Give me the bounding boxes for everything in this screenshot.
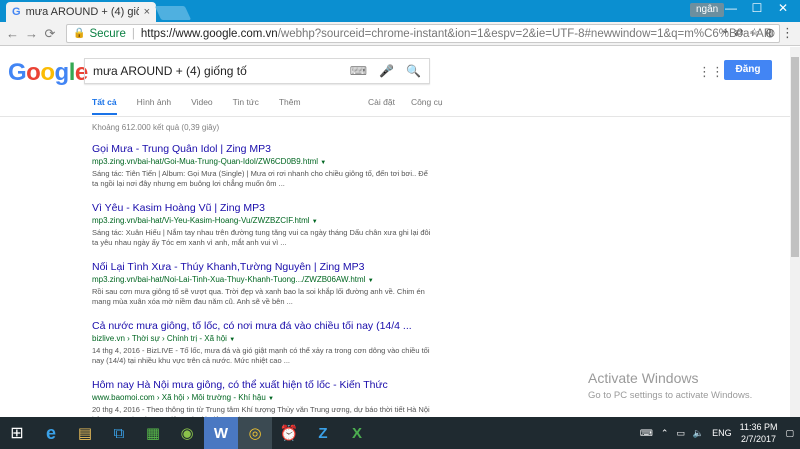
keyboard-icon[interactable]: ⌨ — [350, 64, 367, 78]
scroll-thumb[interactable] — [791, 57, 799, 257]
browser-tab[interactable]: G mưa AROUND + (4) giống tố × — [6, 2, 156, 22]
search-query: mưa AROUND + (4) giống tố — [93, 64, 247, 78]
browser-toolbar: ← → ⟳ 🔒 Secure | https://www.google.com.… — [0, 22, 800, 46]
settings-link[interactable]: Cài đặt — [368, 97, 395, 107]
url-path: /webhp?sourceid=chrome-instant&ion=1&esp… — [277, 27, 773, 40]
browser-title-bar: G mưa AROUND + (4) giống tố × ngân — ☐ ✕ — [0, 0, 800, 22]
tab-more[interactable]: Thêm — [279, 97, 301, 115]
excel-icon[interactable]: X — [340, 417, 374, 449]
forward-arrow-icon[interactable]: → — [25, 26, 38, 41]
maximize-button[interactable]: ☐ — [744, 0, 770, 18]
search-icon[interactable]: 🔍 — [406, 64, 421, 78]
results-list: Gọi Mưa - Trung Quân Idol | Zing MP3 mp3… — [92, 142, 432, 437]
result-snippet: 14 thg 4, 2016 - BizLIVE - Tố lốc, mưa đ… — [92, 346, 430, 365]
coccoc-icon[interactable]: ◉ — [170, 417, 204, 449]
translate-icon[interactable]: ⇄ — [734, 26, 743, 39]
clock[interactable]: 11:36 PM 2/7/2017 — [740, 421, 778, 445]
result-title-link[interactable]: Nối Lại Tình Xưa - Thúy Khanh,Tường Nguy… — [92, 260, 432, 274]
chrome-icon[interactable]: ◎ — [238, 417, 272, 449]
result-url: mp3.zing.vn/bai-hat/Vi-Yeu-Kasim-Hoang-V… — [92, 216, 318, 225]
clock-time: 11:36 PM — [739, 422, 778, 432]
dropdown-arrow-icon[interactable]: ▼ — [312, 219, 318, 225]
tab-close-icon[interactable]: × — [144, 6, 150, 18]
result-url: bizlive.vn › Thời sự › Chính trị - Xã hộ… — [92, 334, 236, 343]
dropdown-arrow-icon[interactable]: ▼ — [368, 278, 374, 284]
search-tabs: Tất cả Hình ảnh Video Tin tức Thêm — [92, 97, 321, 115]
windows-taskbar: ⊞ e ▤ ⧉ ▦ ◉ W ◎ ⏰ Z X ⌨ ⌃ ▭ 🔈 ENG 11:36 … — [0, 417, 800, 449]
dropdown-arrow-icon[interactable]: ▼ — [229, 337, 235, 343]
file-explorer-icon[interactable]: ▤ — [68, 417, 102, 449]
result-title-link[interactable]: Vì Yêu - Kasim Hoàng Vũ | Zing MP3 — [92, 201, 432, 215]
back-arrow-icon[interactable]: ← — [6, 26, 19, 41]
tab-title: mưa AROUND + (4) giống tố — [25, 6, 139, 18]
reload-icon[interactable]: ⟳ — [44, 26, 56, 42]
search-input[interactable]: mưa AROUND + (4) giống tố ⌨ 🎤 🔍 — [84, 58, 430, 84]
watermark-title: Activate Windows — [588, 370, 699, 386]
volume-icon[interactable]: 🔈 — [693, 428, 704, 439]
start-button[interactable]: ⊞ — [0, 417, 34, 449]
search-result: Gọi Mưa - Trung Quân Idol | Zing MP3 mp3… — [92, 142, 432, 189]
search-tools: Cài đặt Công cụ — [368, 97, 443, 107]
window-controls: — ☐ ✕ — [718, 0, 796, 18]
notifications-icon[interactable]: ▢ — [785, 428, 794, 439]
secure-label: Secure — [89, 27, 126, 40]
result-stats: Khoảng 612.000 kết quả (0,39 giây) — [92, 123, 220, 132]
store-icon[interactable]: ▦ — [136, 417, 170, 449]
result-snippet: Sáng tác: Xuân Hiếu | Nắm tay nhau trên … — [92, 228, 431, 247]
chrome-menu-icon[interactable]: ⋮ — [781, 25, 794, 41]
zalo-icon[interactable]: Z — [306, 417, 340, 449]
page-scrollbar[interactable] — [790, 47, 800, 417]
extension-icon[interactable]: ◍ — [765, 26, 775, 39]
alarm-icon[interactable]: ⏰ — [272, 417, 306, 449]
tab-news[interactable]: Tin tức — [233, 97, 259, 115]
onedrive-icon[interactable]: ⧉ — [102, 417, 136, 449]
clock-date: 2/7/2017 — [741, 434, 777, 444]
result-snippet: Sáng tác: Tiên Tiến | Album: Gọi Mưa (Si… — [92, 169, 428, 188]
google-logo[interactable]: Google — [8, 59, 88, 87]
sign-in-button[interactable]: Đăng nhập — [724, 60, 772, 95]
result-title-link[interactable]: Cả nước mưa giông, tố lốc, có nơi mưa đá… — [92, 319, 432, 333]
keyboard-tray-icon[interactable]: ⌨ — [640, 428, 653, 439]
search-result: Cả nước mưa giông, tố lốc, có nơi mưa đá… — [92, 319, 432, 366]
new-tab-button[interactable] — [154, 6, 192, 20]
result-title-link[interactable]: Gọi Mưa - Trung Quân Idol | Zing MP3 — [92, 142, 432, 156]
result-url: mp3.zing.vn/bai-hat/Noi-Lai-Tinh-Xua-Thu… — [92, 275, 374, 284]
language-indicator[interactable]: ENG — [712, 428, 732, 438]
google-header: Google mưa AROUND + (4) giống tố ⌨ 🎤 🔍 ⋮… — [0, 47, 790, 117]
result-title-link[interactable]: Hôm nay Hà Nội mưa giông, có thể xuất hi… — [92, 378, 432, 392]
close-window-button[interactable]: ✕ — [770, 0, 796, 18]
microphone-icon[interactable]: 🎤 — [379, 64, 394, 78]
search-box-icons: ⌨ 🎤 🔍 — [350, 64, 421, 78]
address-bar[interactable]: 🔒 Secure | https://www.google.com.vn /we… — [66, 24, 780, 43]
address-bar-icons: ⌖ ⇄ ☆ ◍ — [722, 26, 775, 39]
activate-windows-watermark: Activate Windows Go to PC settings to ac… — [588, 370, 752, 401]
chevron-up-icon[interactable]: ⌃ — [661, 428, 669, 439]
network-icon[interactable]: ▭ — [676, 428, 685, 439]
system-tray: ⌨ ⌃ ▭ 🔈 ENG 11:36 PM 2/7/2017 ▢ — [640, 417, 800, 449]
result-snippet: Rồi sau cơn mưa giông tố sẽ vượt qua. Tr… — [92, 287, 425, 306]
search-result: Vì Yêu - Kasim Hoàng Vũ | Zing MP3 mp3.z… — [92, 201, 432, 248]
lock-icon: 🔒 — [73, 28, 86, 39]
dropdown-arrow-icon[interactable]: ▼ — [268, 396, 274, 402]
bookmark-star-icon[interactable]: ☆ — [750, 26, 760, 39]
search-result: Nối Lại Tình Xưa - Thúy Khanh,Tường Nguy… — [92, 260, 432, 307]
tools-link[interactable]: Công cụ — [411, 97, 443, 107]
separator: | — [131, 27, 135, 40]
internet-explorer-icon[interactable]: e — [34, 417, 68, 449]
result-url: mp3.zing.vn/bai-hat/Goi-Mua-Trung-Quan-I… — [92, 157, 327, 166]
result-url: www.baomoi.com › Xã hội › Môi trường - K… — [92, 393, 274, 402]
minimize-button[interactable]: — — [718, 0, 744, 18]
watermark-subtitle: Go to PC settings to activate Windows. — [588, 390, 753, 401]
tab-all[interactable]: Tất cả — [92, 97, 117, 115]
tab-video[interactable]: Video — [191, 97, 213, 115]
dropdown-arrow-icon[interactable]: ▼ — [320, 160, 326, 166]
word-icon[interactable]: W — [204, 417, 238, 449]
google-favicon-icon: G — [12, 6, 21, 18]
tab-images[interactable]: Hình ảnh — [137, 97, 172, 115]
location-icon[interactable]: ⌖ — [722, 26, 728, 39]
url-host: https://www.google.com.vn — [140, 27, 278, 40]
